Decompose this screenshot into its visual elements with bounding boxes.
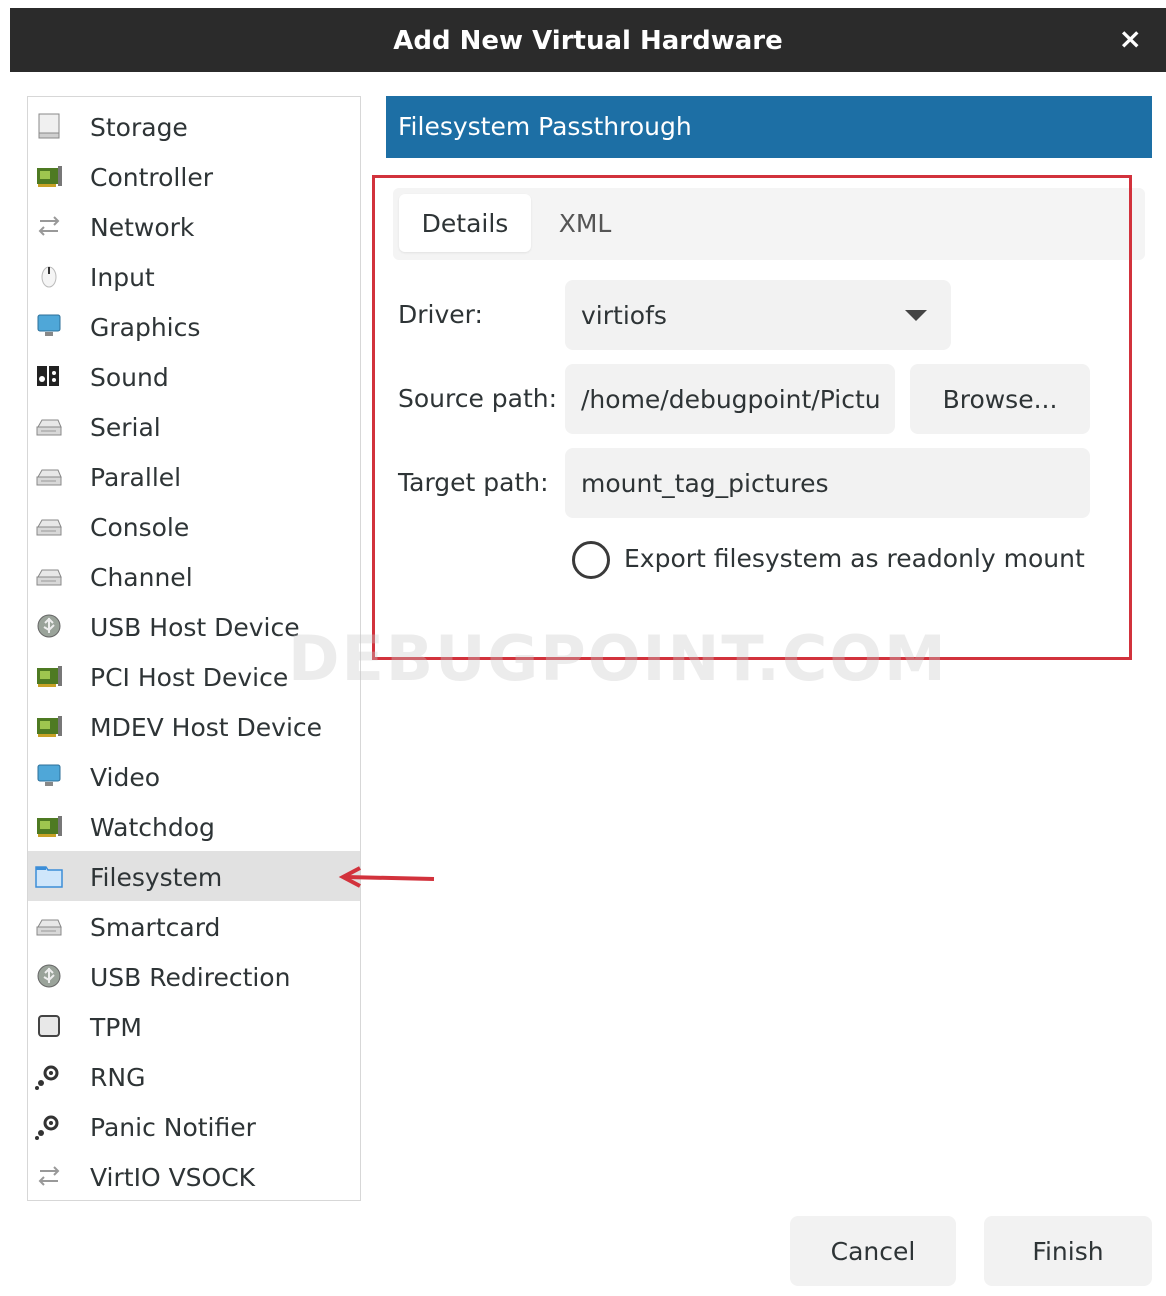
sidebar-item-label: Network [90, 213, 195, 242]
target-path-input[interactable]: mount_tag_pictures [565, 448, 1090, 518]
sidebar-item-channel[interactable]: Channel [28, 551, 360, 601]
sidebar-item-label: Sound [90, 363, 169, 392]
sidebar-item-label: Video [90, 763, 161, 792]
sidebar-item-usb-host-device[interactable]: USB Host Device [28, 601, 360, 651]
sidebar-item-label: MDEV Host Device [90, 713, 323, 742]
sidebar-item-video[interactable]: Video [28, 751, 360, 801]
sidebar-item-label: Controller [90, 163, 213, 192]
cancel-button[interactable]: Cancel [790, 1216, 956, 1286]
source-path-input[interactable]: /home/debugpoint/Pictu [565, 364, 895, 434]
sidebar-item-label: Console [90, 513, 190, 542]
chevron-down-icon [905, 310, 927, 321]
graphics-icon [34, 311, 64, 341]
sidebar-item-graphics[interactable]: Graphics [28, 301, 360, 351]
sidebar-item-smartcard[interactable]: Smartcard [28, 901, 360, 951]
title-bar: Add New Virtual Hardware × [10, 8, 1166, 72]
rng-icon [34, 1061, 64, 1091]
sidebar-item-storage[interactable]: Storage [28, 101, 360, 151]
target-path-value: mount_tag_pictures [581, 468, 829, 498]
serial-icon [34, 411, 64, 441]
sidebar-item-label: Serial [90, 413, 161, 442]
close-icon[interactable]: × [1119, 22, 1142, 56]
hardware-type-list: Storage Controller Network Input Graphics Sou… [27, 96, 361, 1201]
sidebar-item-rng[interactable]: RNG [28, 1051, 360, 1101]
sidebar-item-label: Graphics [90, 313, 201, 342]
usb-icon [34, 611, 64, 641]
target-path-label: Target path: [398, 468, 549, 497]
sidebar-item-usb-redirection[interactable]: USB Redirection [28, 951, 360, 1001]
sidebar-item-network[interactable]: Network [28, 201, 360, 251]
sound-icon [34, 361, 64, 391]
tab-bar: Details XML [393, 188, 1145, 260]
window-title: Add New Virtual Hardware [393, 26, 783, 56]
console-icon [34, 511, 64, 541]
sidebar-item-console[interactable]: Console [28, 501, 360, 551]
sidebar-item-controller[interactable]: Controller [28, 151, 360, 201]
input-icon [34, 261, 64, 291]
sidebar-item-label: USB Redirection [90, 963, 291, 992]
finish-button[interactable]: Finish [984, 1216, 1152, 1286]
sidebar-item-label: RNG [90, 1063, 146, 1092]
mdev-icon [34, 711, 64, 741]
sidebar-item-label: Smartcard [90, 913, 221, 942]
sidebar-item-label: Channel [90, 563, 193, 592]
browse-button[interactable]: Browse... [910, 364, 1090, 434]
sidebar-item-label: Storage [90, 113, 188, 142]
sidebar-item-label: USB Host Device [90, 613, 300, 642]
sidebar-item-mdev-host-device[interactable]: MDEV Host Device [28, 701, 360, 751]
network-icon [34, 211, 64, 241]
tpm-icon [34, 1011, 64, 1041]
sidebar-item-label: Panic Notifier [90, 1113, 256, 1142]
watchdog-icon [34, 811, 64, 841]
readonly-checkbox[interactable] [572, 541, 610, 579]
page-header: Filesystem Passthrough [386, 96, 1152, 158]
sidebar-item-pci-host-device[interactable]: PCI Host Device [28, 651, 360, 701]
sidebar-item-label: VirtIO VSOCK [90, 1163, 256, 1192]
channel-icon [34, 561, 64, 591]
sidebar-item-label: Parallel [90, 463, 182, 492]
sidebar-item-input[interactable]: Input [28, 251, 360, 301]
parallel-icon [34, 461, 64, 491]
sidebar-item-watchdog[interactable]: Watchdog [28, 801, 360, 851]
readonly-label[interactable]: Export filesystem as readonly mount [624, 544, 1085, 573]
sidebar-item-panic-notifier[interactable]: Panic Notifier [28, 1101, 360, 1151]
driver-dropdown[interactable]: virtiofs [565, 280, 951, 350]
source-path-label: Source path: [398, 384, 558, 413]
storage-icon [34, 111, 64, 141]
page-title: Filesystem Passthrough [398, 112, 692, 141]
vsock-icon [34, 1161, 64, 1191]
controller-icon [34, 161, 64, 191]
sidebar-item-label: Watchdog [90, 813, 215, 842]
sidebar-item-parallel[interactable]: Parallel [28, 451, 360, 501]
pci-icon [34, 661, 64, 691]
panic-notifier-icon [34, 1111, 64, 1141]
watermark: DEBUGPOINT.COM [288, 622, 948, 695]
tab-details[interactable]: Details [399, 194, 531, 252]
tab-xml[interactable]: XML [539, 194, 631, 252]
usb-redirection-icon [34, 961, 64, 991]
smartcard-icon [34, 911, 64, 941]
sidebar-item-virtio-vsock[interactable]: VirtIO VSOCK [28, 1151, 360, 1201]
sidebar-item-label: TPM [90, 1013, 142, 1042]
sidebar-item-sound[interactable]: Sound [28, 351, 360, 401]
driver-label: Driver: [398, 300, 483, 329]
sidebar-item-tpm[interactable]: TPM [28, 1001, 360, 1051]
sidebar-item-label: PCI Host Device [90, 663, 289, 692]
video-icon [34, 761, 64, 791]
sidebar-item-label: Input [90, 263, 155, 292]
driver-value: virtiofs [581, 300, 667, 330]
sidebar-item-label: Filesystem [90, 863, 223, 892]
source-path-value: /home/debugpoint/Pictu [581, 384, 881, 414]
sidebar-item-filesystem[interactable]: Filesystem [28, 851, 360, 901]
sidebar-item-serial[interactable]: Serial [28, 401, 360, 451]
folder-icon [34, 861, 64, 891]
